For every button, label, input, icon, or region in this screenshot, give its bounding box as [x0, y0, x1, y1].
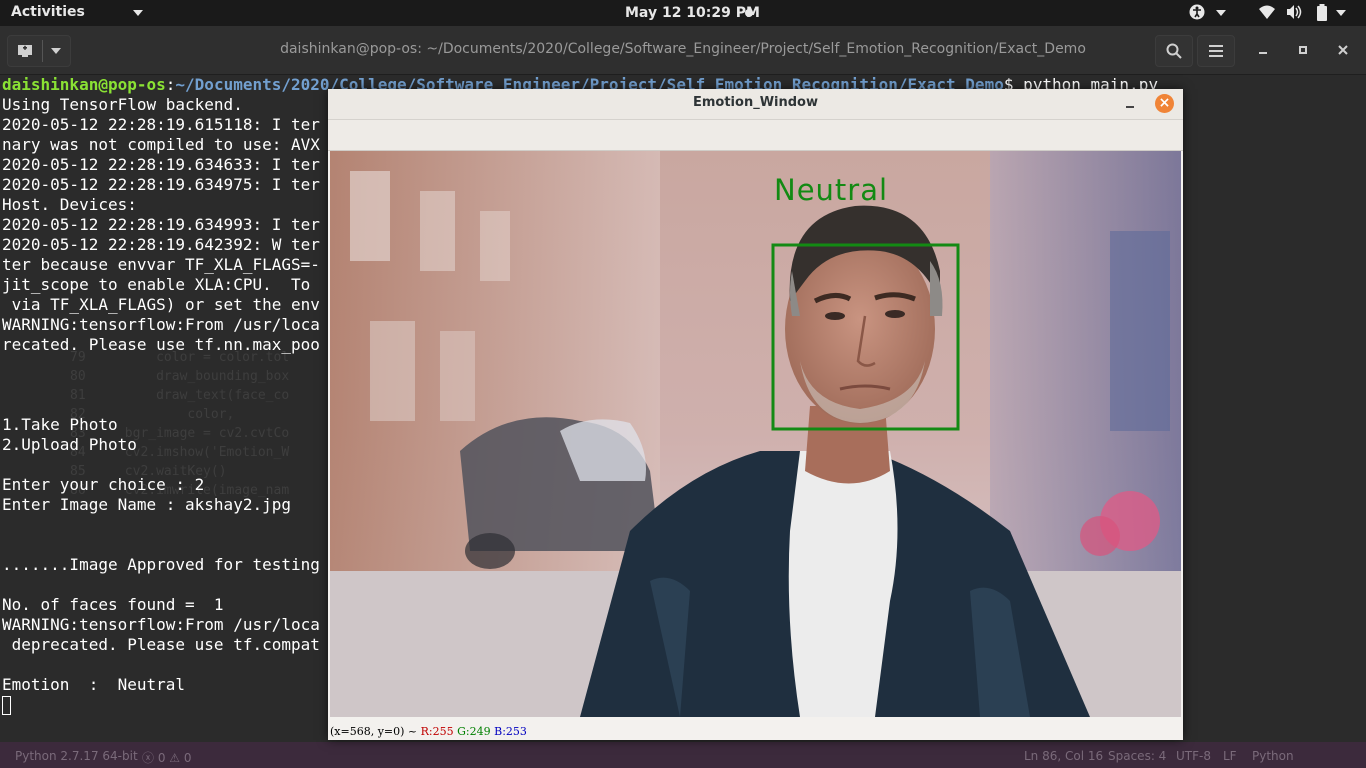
output-line: Using TensorFlow backend.: [2, 95, 243, 114]
menu-button[interactable]: [1197, 35, 1235, 67]
minimize-icon[interactable]: [1258, 40, 1268, 59]
indentation[interactable]: Spaces: 4: [1108, 749, 1166, 763]
output-line: No. of faces found = 1: [2, 595, 224, 614]
chevron-down-icon[interactable]: [1336, 10, 1346, 16]
volume-icon[interactable]: [1286, 4, 1303, 24]
notification-dot-icon: [745, 9, 753, 17]
chevron-down-icon[interactable]: [1216, 10, 1226, 16]
pixel-green: G:249: [457, 725, 491, 738]
hamburger-menu-icon[interactable]: [1209, 42, 1223, 61]
search-button[interactable]: [1155, 35, 1193, 67]
output-line: Host. Devices:: [2, 195, 137, 214]
close-button[interactable]: [1325, 35, 1361, 65]
python-interpreter[interactable]: Python 2.7.17 64-bit: [15, 749, 138, 763]
pixel-info-status: (x=568, y=0) ~ R:255 G:249 B:253: [330, 725, 527, 738]
terminal-cursor: [2, 696, 11, 715]
minimize-icon[interactable]: [1126, 106, 1134, 108]
output-line: Emotion : Neutral: [2, 675, 186, 694]
prompt-separator: :: [165, 75, 176, 94]
search-icon[interactable]: [1166, 43, 1182, 63]
problems-count[interactable]: ⓧ 0 ⚠ 0: [142, 749, 191, 766]
output-line: 1.Take Photo: [2, 415, 118, 434]
output-line: 2020-05-12 22:28:19.634633: I ter: [2, 155, 320, 174]
close-icon[interactable]: ×: [1159, 95, 1171, 111]
output-line: 2.Upload Photo: [2, 435, 137, 454]
pixel-blue: B:253: [494, 725, 527, 738]
prompt-user: daishinkan@pop-os: [2, 75, 166, 94]
pixel-red: R:255: [420, 725, 454, 738]
output-line: .......Image Approved for testing: [2, 555, 320, 574]
emotion-label-overlay: Neutral: [774, 173, 889, 207]
emotion-window-titlebar[interactable]: Emotion_Window ×: [328, 89, 1183, 120]
editor-status-bar: Python 2.7.17 64-bit ⓧ 0 ⚠ 0 Ln 86, Col …: [0, 742, 1366, 768]
minimize-button[interactable]: [1122, 95, 1138, 111]
result-image[interactable]: Neutral: [330, 151, 1181, 717]
wifi-icon[interactable]: [1258, 4, 1276, 24]
top-bar: Activities May 12 10:29 PM: [0, 0, 1366, 26]
maximize-button[interactable]: [1285, 35, 1321, 65]
pixel-coords: (x=568, y=0) ~: [330, 725, 421, 738]
terminal-headerbar: daishinkan@pop-os: ~/Documents/2020/Coll…: [0, 26, 1366, 75]
battery-icon[interactable]: [1316, 4, 1328, 25]
photo-scene: [330, 151, 1181, 717]
minimize-button[interactable]: [1245, 35, 1281, 65]
close-button[interactable]: ×: [1155, 94, 1174, 113]
chevron-down-icon[interactable]: [133, 10, 143, 16]
activities-button[interactable]: Activities: [11, 4, 85, 20]
emotion-window: Emotion_Window × Neutral (x=568, y=0) ~ …: [328, 89, 1183, 740]
output-line: deprecated. Please use tf.compat: [2, 635, 320, 654]
output-line: via TF_XLA_FLAGS) or set the env: [2, 295, 320, 314]
output-line: Enter Image Name : akshay2.jpg: [2, 495, 291, 514]
output-line: nary was not compiled to use: AVX: [2, 135, 320, 154]
clock[interactable]: May 12 10:29 PM: [625, 5, 760, 21]
close-icon[interactable]: [1338, 40, 1348, 59]
maximize-icon[interactable]: [1298, 40, 1308, 59]
opencv-toolbar: [328, 120, 1183, 151]
accessibility-icon[interactable]: [1189, 4, 1205, 24]
encoding[interactable]: UTF-8: [1176, 749, 1211, 763]
cursor-position[interactable]: Ln 86, Col 16: [1024, 749, 1103, 763]
line-ending[interactable]: LF: [1223, 749, 1237, 763]
output-line: recated. Please use tf.nn.max_poo: [2, 335, 320, 354]
output-line: Enter your choice : 2: [2, 475, 205, 494]
emotion-window-title: Emotion_Window: [692, 95, 818, 110]
language-mode[interactable]: Python: [1252, 749, 1294, 763]
